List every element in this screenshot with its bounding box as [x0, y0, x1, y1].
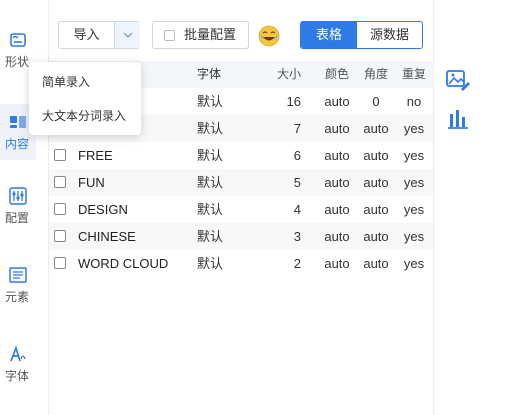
cell-angle[interactable]: 0 [360, 88, 392, 115]
laughing-emoji-icon[interactable] [258, 25, 280, 47]
cell-font[interactable]: 默认 [197, 88, 237, 115]
right-rail-divider [433, 0, 434, 415]
cell-word[interactable]: CHINESE [78, 223, 188, 250]
row-checkbox[interactable] [54, 142, 67, 169]
row-checkbox[interactable] [54, 223, 67, 250]
cell-angle[interactable]: auto [360, 142, 392, 169]
table-row[interactable]: CHINESE 默认 3 auto auto yes [49, 223, 433, 250]
import-caret[interactable] [114, 22, 140, 48]
cell-font[interactable]: 默认 [197, 250, 237, 277]
cell-size[interactable]: 2 [271, 250, 301, 277]
cell-color[interactable]: auto [319, 223, 355, 250]
header-angle[interactable]: 角度 [360, 61, 392, 88]
batch-config-label: 批量配置 [184, 27, 237, 42]
cell-font[interactable]: 默认 [197, 223, 237, 250]
row-checkbox[interactable] [54, 196, 67, 223]
cell-size[interactable]: 3 [271, 223, 301, 250]
header-color[interactable]: 颜色 [319, 61, 355, 88]
tab-source-data[interactable]: 源数据 [357, 22, 422, 48]
cell-repeat[interactable]: yes [399, 115, 429, 142]
cell-color[interactable]: auto [319, 169, 355, 196]
cell-color[interactable]: auto [319, 88, 355, 115]
table-row[interactable]: FUN 默认 5 auto auto yes [49, 169, 433, 196]
menu-item-text-segmentation-entry[interactable]: 大文本分词录入 [29, 104, 141, 128]
cell-word[interactable]: FUN [78, 169, 188, 196]
batch-config-checkbox[interactable] [164, 30, 175, 41]
cell-word[interactable]: FREE [78, 142, 188, 169]
cell-repeat[interactable]: yes [399, 250, 429, 277]
import-label: 导入 [73, 27, 100, 42]
cell-font[interactable]: 默认 [197, 196, 237, 223]
row-checkbox[interactable] [54, 169, 67, 196]
cell-repeat[interactable]: no [399, 88, 429, 115]
cell-word[interactable]: DESIGN [78, 196, 188, 223]
cell-angle[interactable]: auto [360, 169, 392, 196]
import-dropdown-button[interactable]: 导入 [58, 21, 140, 49]
cell-angle[interactable]: auto [360, 223, 392, 250]
cell-repeat[interactable]: yes [399, 223, 429, 250]
cell-font[interactable]: 默认 [197, 142, 237, 169]
content-icon [10, 116, 26, 128]
elements-icon [9, 267, 27, 283]
cell-word[interactable]: WORD CLOUD [78, 250, 188, 277]
settings-icon [9, 187, 27, 205]
sidebar-item-elements[interactable]: 元素 [0, 265, 36, 305]
cell-repeat[interactable]: yes [399, 169, 429, 196]
cell-size[interactable]: 16 [271, 88, 301, 115]
sidebar-item-label: 内容 [5, 137, 30, 151]
header-font[interactable]: 字体 [197, 61, 237, 88]
view-toggle: 表格 源数据 [300, 21, 423, 49]
header-repeat[interactable]: 重复 [399, 61, 429, 88]
chevron-down-icon [123, 32, 133, 38]
row-checkbox[interactable] [54, 250, 67, 277]
menu-item-simple-entry[interactable]: 简单录入 [29, 70, 141, 94]
sidebar-item-label: 元素 [5, 290, 30, 304]
bar-chart-icon[interactable] [446, 106, 470, 130]
shape-icon [10, 33, 26, 47]
table-row[interactable]: FREE 默认 6 auto auto yes [49, 142, 433, 169]
cell-color[interactable]: auto [319, 142, 355, 169]
cell-size[interactable]: 5 [271, 169, 301, 196]
cell-font[interactable]: 默认 [197, 169, 237, 196]
cell-angle[interactable]: auto [360, 115, 392, 142]
table-row[interactable]: DESIGN 默认 4 auto auto yes [49, 196, 433, 223]
batch-config-toggle[interactable]: 批量配置 [152, 21, 249, 49]
cell-size[interactable]: 7 [271, 115, 301, 142]
cell-size[interactable]: 6 [271, 142, 301, 169]
sidebar-item-label: 字体 [5, 369, 30, 383]
sidebar-item-settings[interactable]: 配置 [0, 186, 36, 226]
sidebar-item-font[interactable]: 字体 [0, 344, 36, 384]
cell-color[interactable]: auto [319, 115, 355, 142]
image-edit-icon[interactable] [446, 68, 470, 92]
cell-angle[interactable]: auto [360, 250, 392, 277]
cell-repeat[interactable]: yes [399, 196, 429, 223]
cell-size[interactable]: 4 [271, 196, 301, 223]
cell-repeat[interactable]: yes [399, 142, 429, 169]
import-dropdown-menu: 简单录入 大文本分词录入 [29, 62, 141, 135]
sidebar-item-label: 配置 [5, 211, 30, 225]
cell-color[interactable]: auto [319, 250, 355, 277]
table-row[interactable]: WORD CLOUD 默认 2 auto auto yes [49, 250, 433, 277]
tab-table[interactable]: 表格 [301, 22, 357, 48]
header-size[interactable]: 大小 [271, 61, 301, 88]
cell-color[interactable]: auto [319, 196, 355, 223]
font-icon [10, 345, 26, 362]
cell-font[interactable]: 默认 [197, 115, 237, 142]
cell-angle[interactable]: auto [360, 196, 392, 223]
